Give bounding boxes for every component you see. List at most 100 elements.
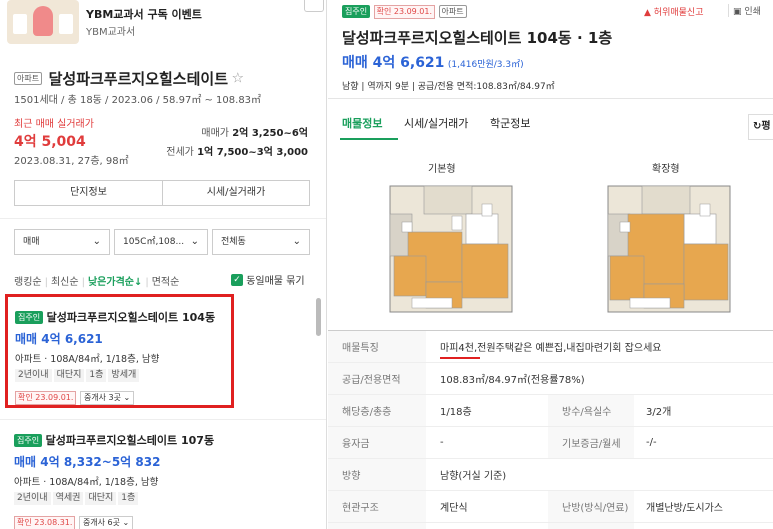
- row-key: 현관구조: [328, 491, 426, 522]
- listing-footer: 확인 23.08.31. 중개사 6곳 ⌄: [14, 515, 134, 529]
- row-key: 난방(방식/연료): [548, 491, 634, 522]
- checkbox-icon[interactable]: ✓: [231, 273, 243, 286]
- jeonse-range-value: 1억 7,500~3억 3,000: [197, 147, 308, 158]
- table-row: [328, 523, 773, 529]
- area-select[interactable]: 105C㎡,108... ⌄: [114, 229, 208, 255]
- area-value: 105C㎡,108...: [123, 237, 185, 247]
- report-button[interactable]: ▲ 허위매물신고: [644, 5, 703, 18]
- scrollbar[interactable]: [316, 298, 321, 336]
- unit-label: 평: [761, 121, 771, 132]
- agent-count: 중개사 3곳: [83, 393, 122, 402]
- deal-type-select[interactable]: 매매 ⌄: [14, 229, 110, 255]
- row-value: 개별난방/도시가스: [646, 503, 723, 514]
- complex-info-button[interactable]: 단지정보: [14, 180, 163, 206]
- report-label: 허위매물신고: [653, 8, 704, 18]
- recent-date: 2023.08.31, 27층, 98㎡: [14, 156, 129, 167]
- agent-count: 중개사 6곳: [82, 518, 121, 527]
- floorplan-extended-label: 확장형: [652, 164, 680, 175]
- listing-title: 달성파크푸르지오힐스테이트 107동: [45, 434, 215, 447]
- complex-info: 1501세대 / 총 18동 / 2023.06 / 58.97㎡ ~ 108.…: [14, 95, 262, 106]
- listing-tags: 2년이내 역세권 대단지 1층: [14, 490, 140, 505]
- listing-tags: 2년이내 대단지 1층 방세개: [15, 367, 141, 382]
- listing-tag: 2년이내: [14, 492, 51, 505]
- chevron-down-icon: ⌄: [292, 236, 301, 247]
- complex-header: 아파트 달성파크푸르지오힐스테이트 ☆: [14, 68, 319, 89]
- property-type-badge: 아파트: [14, 72, 43, 85]
- row-value: 남향(거실 기준): [440, 471, 507, 482]
- row-key: 방수/욕실수: [548, 395, 634, 426]
- row-value: -: [440, 437, 444, 448]
- jeonse-label: 전세가: [166, 147, 194, 158]
- detail-title: 달성파크푸르지오힐스테이트 104동 · 1층: [342, 29, 613, 47]
- row-key: [548, 523, 634, 529]
- confirm-date: 확인 23.09.01.: [15, 391, 77, 405]
- listing-tag: 1층: [118, 492, 139, 505]
- unit-toggle-button[interactable]: ↻평: [748, 114, 773, 140]
- detail-price: 매매 4억 6,621: [342, 55, 445, 71]
- banner-subtitle: YBM교과서: [86, 27, 136, 38]
- listing-title-row: 집주인 달성파크푸르지오힐스테이트 107동: [14, 432, 214, 448]
- row-value: 108.83㎡/84.97㎡(전용률78%): [440, 375, 585, 386]
- sort-latest[interactable]: 최신순: [51, 277, 79, 288]
- ad-banner[interactable]: YBM교과서 구독 이벤트 YBM교과서: [0, 0, 326, 48]
- listing-footer: 확인 23.09.01. 중개사 3곳 ⌄: [15, 390, 135, 405]
- banner-image: [7, 0, 79, 44]
- siren-icon: ▲: [644, 8, 651, 18]
- listing-spec: 아파트 · 108A/84㎡, 1/18층, 남향: [14, 477, 159, 488]
- table-row: 공급/전용면적 108.83㎡/84.97㎡(전용률78%): [328, 363, 773, 395]
- listing-tag: 역세권: [52, 492, 84, 505]
- detail-price-row: 매매 4억 6,621 (1,416만원/3.3㎡): [342, 52, 524, 72]
- table-row: 매물특징 마피4천,전원주택같은 예쁜집,내집마련기회 잡으세요: [328, 331, 773, 363]
- listing-tag: 1층: [86, 369, 107, 382]
- list-item[interactable]: 집주인 달성파크푸르지오힐스테이트 107동 매매 4억 8,332~5억 83…: [0, 420, 326, 529]
- print-icon: ▣: [733, 7, 742, 17]
- recent-price-label: 최근 매매 실거래가: [14, 119, 94, 130]
- divider: [328, 98, 773, 99]
- row-value: -/-: [646, 437, 657, 448]
- tab-active-indicator: [340, 138, 398, 140]
- divider: [0, 218, 326, 219]
- same-listing-toggle[interactable]: ✓ 동일매물 묶기: [231, 272, 305, 287]
- dong-value: 전체동: [221, 237, 246, 247]
- listing-title-row: 집주인 달성파크푸르지오힐스테이트 104동: [15, 309, 230, 325]
- row-key: 융자금: [328, 427, 426, 458]
- sort-bar: 랭킹순 | 최신순 | 낮은가격순↓ | 면적순: [14, 277, 180, 288]
- price-per-area: (1,416만원/3.3㎡): [447, 60, 524, 70]
- row-key: 해당층/총층: [328, 395, 426, 426]
- floorplan-basic-image[interactable]: [386, 178, 516, 318]
- tab-school-info[interactable]: 학군정보: [490, 115, 530, 131]
- banner-close-button[interactable]: [304, 0, 324, 12]
- listing-panel: YBM교과서 구독 이벤트 YBM교과서 아파트 달성파크푸르지오힐스테이트 ☆…: [0, 0, 327, 529]
- sort-low-price[interactable]: 낮은가격순↓: [88, 277, 142, 288]
- table-row: 방향 남향(거실 기준): [328, 459, 773, 491]
- table-row: 융자금 - 기보증금/월세 -/-: [328, 427, 773, 459]
- print-button[interactable]: ▣ 인쇄: [728, 4, 761, 17]
- confirm-date: 확인 23.09.01.: [373, 5, 436, 19]
- print-label: 인쇄: [744, 7, 761, 17]
- floorplan-basic-label: 기본형: [428, 164, 456, 175]
- detail-panel: 집주인 확인 23.09.01. 아파트 ▲ 허위매물신고 ▣ 인쇄 달성파크푸…: [328, 0, 773, 529]
- floorplan-extended-image[interactable]: [604, 178, 734, 318]
- listing-title: 달성파크푸르지오힐스테이트 104동: [46, 311, 216, 324]
- dong-select[interactable]: 전체동 ⌄: [212, 229, 310, 255]
- banner-title: YBM교과서 구독 이벤트: [86, 8, 202, 21]
- agent-count-button[interactable]: 중개사 6곳 ⌄: [78, 516, 134, 529]
- sort-ranking[interactable]: 랭킹순: [14, 277, 42, 288]
- detail-badges: 집주인 확인 23.09.01. 아파트: [342, 4, 467, 19]
- row-key: 기보증금/월세: [548, 427, 634, 458]
- deal-type-value: 매매: [23, 237, 40, 247]
- owner-badge: 집주인: [342, 5, 371, 18]
- listing-price: 매매 4억 8,332~5억 832: [14, 455, 161, 469]
- recent-price: 4억 5,004: [14, 134, 86, 150]
- listing-price: 매매 4억 6,621: [15, 332, 103, 346]
- sort-area[interactable]: 면적순: [152, 277, 180, 288]
- property-type-badge: 아파트: [438, 4, 467, 18]
- owner-badge: 집주인: [15, 310, 44, 324]
- tab-price-history[interactable]: 시세/실거래가: [404, 115, 468, 131]
- tab-listing-info[interactable]: 매물정보: [342, 115, 382, 131]
- agent-count-button[interactable]: 중개사 3곳 ⌄: [79, 391, 135, 405]
- star-icon[interactable]: ☆: [232, 71, 245, 87]
- listing-spec: 아파트 · 108A/84㎡, 1/18층, 남향: [15, 354, 160, 365]
- list-item[interactable]: 집주인 달성파크푸르지오힐스테이트 104동 매매 4억 6,621 아파트 ·…: [5, 294, 234, 408]
- price-history-button[interactable]: 시세/실거래가: [162, 180, 310, 206]
